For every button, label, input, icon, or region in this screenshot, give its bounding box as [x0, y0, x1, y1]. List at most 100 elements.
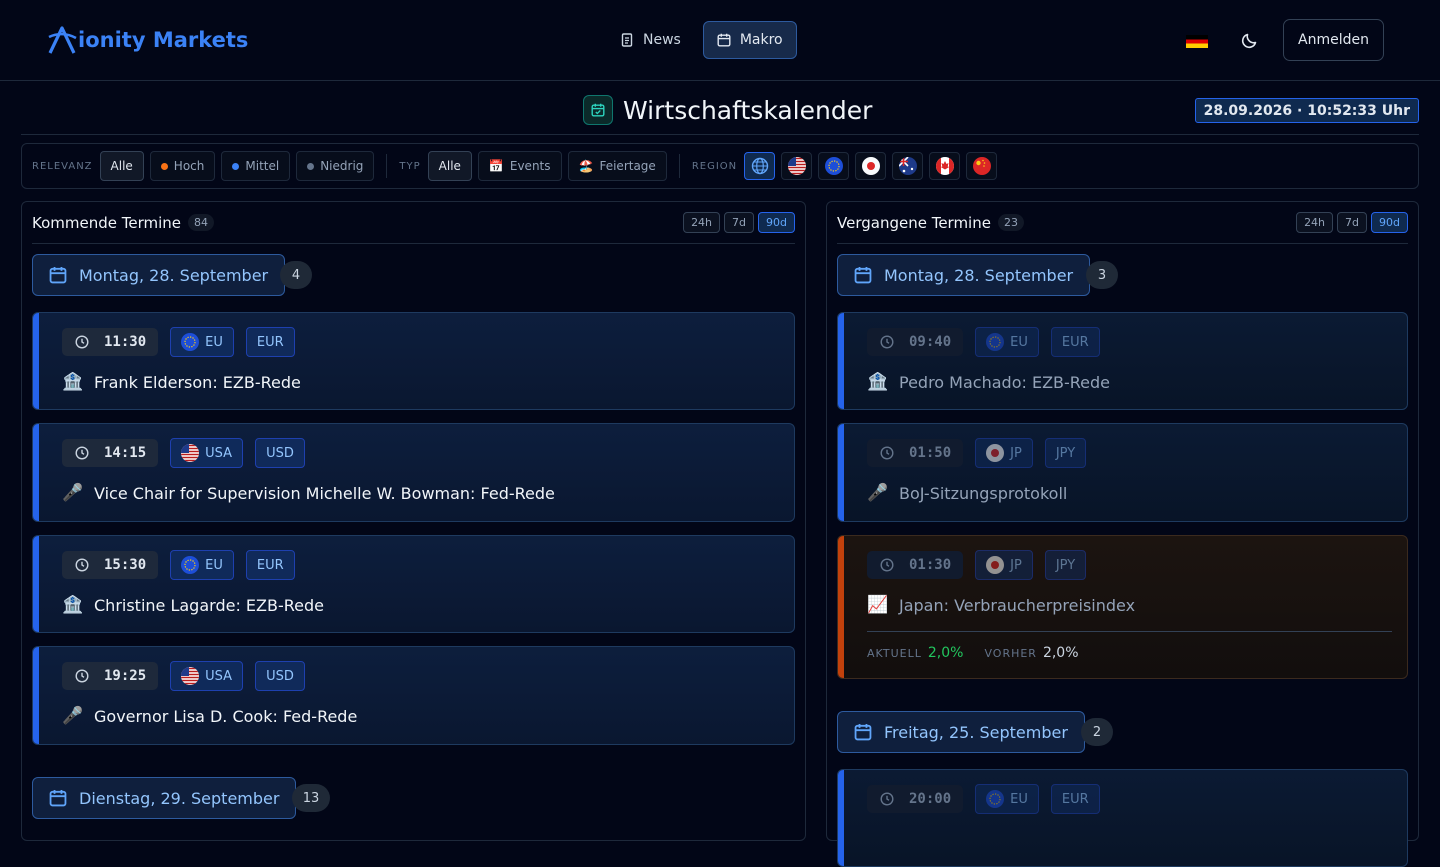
range-selector: 24h 7d 90d — [1296, 212, 1408, 233]
event-card[interactable]: 01:30 JP JPY 📈 Japan: Verbraucherpreisind… — [837, 535, 1408, 679]
time-label: 01:30 — [909, 557, 952, 573]
event-card[interactable]: 19:25 USA USD 🎤 Governor Lisa D. Cook: Fe… — [32, 646, 795, 745]
relevance-low-chip[interactable]: Niedrig — [296, 151, 375, 181]
past-panel: Vergangene Termine 23 24h 7d 90d Montag,… — [826, 201, 1419, 867]
chip-label: Alle — [438, 159, 461, 173]
region-eu-chip[interactable] — [818, 152, 850, 180]
event-title: BoJ-Sitzungsprotokoll — [899, 483, 1068, 503]
flag-cn-icon — [972, 157, 991, 175]
time-label: 20:00 — [909, 791, 952, 807]
language-flag-de-icon[interactable] — [1186, 35, 1208, 48]
region-global-chip[interactable] — [744, 152, 776, 180]
event-card[interactable]: 11:30 EU EUR 🏦 Frank Elderson: EZB-Rede — [32, 312, 795, 410]
event-time: 01:30 — [867, 551, 964, 579]
region-badge: USA — [170, 438, 244, 468]
top-bar: ionity Markets News Makro Anmelden — [0, 0, 1440, 81]
nav-news[interactable]: News — [606, 21, 695, 59]
time-label: 01:50 — [909, 445, 952, 461]
type-label: TYP — [399, 160, 421, 172]
title-row: Wirtschaftskalender 28.09.2026 · 10:52:3… — [21, 90, 1419, 135]
microphone-icon: 🎤 — [62, 483, 84, 503]
clock-icon — [75, 335, 89, 349]
calendar-icon — [854, 267, 872, 284]
event-time: 14:15 — [62, 439, 159, 467]
event-card[interactable]: 01:50 JP JPY 🎤 BoJ-Sitzungsprotokoll — [837, 423, 1408, 522]
range-90d-button[interactable]: 90d — [1371, 212, 1408, 233]
actual-value: 2,0% — [927, 645, 964, 661]
type-holidays-chip[interactable]: 🏖️ Feiertage — [567, 151, 667, 181]
event-card[interactable]: 09:40 EU EUR 🏦 Pedro Machado: EZB-Rede — [837, 312, 1408, 410]
login-button[interactable]: Anmelden — [1283, 19, 1384, 61]
flag-eu-icon — [181, 333, 200, 351]
globe-icon — [751, 157, 768, 175]
relevance-high-chip[interactable]: Hoch — [149, 151, 216, 181]
region-cn-chip[interactable] — [966, 152, 998, 180]
day-header[interactable]: Montag, 28. September — [837, 254, 1091, 296]
day-label: Montag, 28. September — [79, 265, 269, 285]
chart-up-icon: 📈 — [867, 595, 889, 615]
datetime-clock: 28.09.2026 · 10:52:33 Uhr — [1194, 98, 1419, 123]
type-events-chip[interactable]: 📅 Events — [477, 151, 562, 181]
event-card[interactable]: 15:30 EU EUR 🏦 Christine Lagarde: EZB-Red… — [32, 535, 795, 633]
day-count-badge: 4 — [280, 261, 312, 289]
day-header[interactable]: Freitag, 25. September — [837, 711, 1085, 753]
event-title-row: 🏦 Frank Elderson: EZB-Rede — [62, 372, 300, 392]
region-badge: EU — [170, 550, 234, 580]
currency-badge: EUR — [1050, 784, 1100, 814]
region-label: EU — [1010, 791, 1028, 807]
region-badge: EU — [975, 327, 1039, 357]
range-7d-button[interactable]: 7d — [724, 212, 755, 233]
page-title: Wirtschaftskalender — [623, 95, 873, 125]
filter-bar: RELEVANZ Alle Hoch Mittel Niedrig TYP Al… — [21, 143, 1419, 189]
event-meta: 19:25 USA USD — [62, 661, 305, 691]
brand-logo[interactable]: ionity Markets — [47, 26, 248, 54]
day-header[interactable]: Montag, 28. September — [32, 254, 286, 296]
chip-label: Niedrig — [320, 159, 364, 173]
region-ca-chip[interactable] — [929, 152, 961, 180]
region-au-chip[interactable] — [892, 152, 924, 180]
event-meta: 09:40 EU EUR — [867, 327, 1100, 357]
region-label: EU — [205, 334, 223, 350]
event-card[interactable]: 20:00 EU EUR — [837, 769, 1408, 867]
previous-label: VORHER — [984, 646, 1037, 660]
event-title-row: 🏦 Christine Lagarde: EZB-Rede — [62, 595, 324, 615]
event-meta: 01:50 JP JPY — [867, 438, 1087, 468]
nav-makro[interactable]: Makro — [702, 21, 797, 59]
event-meta: 15:30 EU EUR — [62, 550, 295, 580]
range-7d-button[interactable]: 7d — [1337, 212, 1368, 233]
day-label: Dienstag, 29. September — [79, 788, 280, 808]
calendar-emoji-icon: 📅 — [488, 159, 504, 173]
bank-icon: 🏦 — [867, 372, 889, 392]
divider — [386, 154, 388, 178]
region-us-chip[interactable] — [781, 152, 813, 180]
actual-label: AKTUELL — [867, 646, 922, 660]
type-all-chip[interactable]: Alle — [427, 151, 472, 181]
range-24h-button[interactable]: 24h — [683, 212, 721, 233]
range-selector: 24h 7d 90d — [683, 212, 795, 233]
relevance-all-chip[interactable]: Alle — [99, 151, 144, 181]
bank-icon: 🏦 — [62, 372, 84, 392]
region-badge: EU — [975, 784, 1039, 814]
brand-name: ionity Markets — [78, 28, 249, 52]
divider — [867, 631, 1392, 632]
relevance-medium-chip[interactable]: Mittel — [221, 151, 291, 181]
upcoming-header: Kommende Termine 84 24h 7d 90d — [32, 202, 795, 244]
day-count-badge: 2 — [1081, 718, 1113, 746]
range-90d-button[interactable]: 90d — [758, 212, 795, 233]
region-jp-chip[interactable] — [855, 152, 887, 180]
region-label: USA — [205, 445, 233, 461]
flag-us-icon — [181, 444, 200, 462]
clock-icon — [880, 792, 894, 806]
day-header[interactable]: Dienstag, 29. September — [32, 777, 297, 819]
region-label: EU — [1010, 334, 1028, 350]
time-label: 09:40 — [909, 334, 952, 350]
clock-icon — [880, 558, 894, 572]
event-card[interactable]: 14:15 USA USD 🎤 Vice Chair for Supervisio… — [32, 423, 795, 522]
event-title-row: 🎤 Vice Chair for Supervision Michelle W. … — [62, 483, 554, 503]
range-24h-button[interactable]: 24h — [1296, 212, 1334, 233]
event-meta: 11:30 EU EUR — [62, 327, 295, 357]
flag-us-icon — [181, 667, 200, 685]
divider — [678, 154, 680, 178]
event-values: AKTUELL 2,0% VORHER 2,0% — [867, 645, 1079, 661]
moon-icon[interactable] — [1240, 30, 1260, 50]
